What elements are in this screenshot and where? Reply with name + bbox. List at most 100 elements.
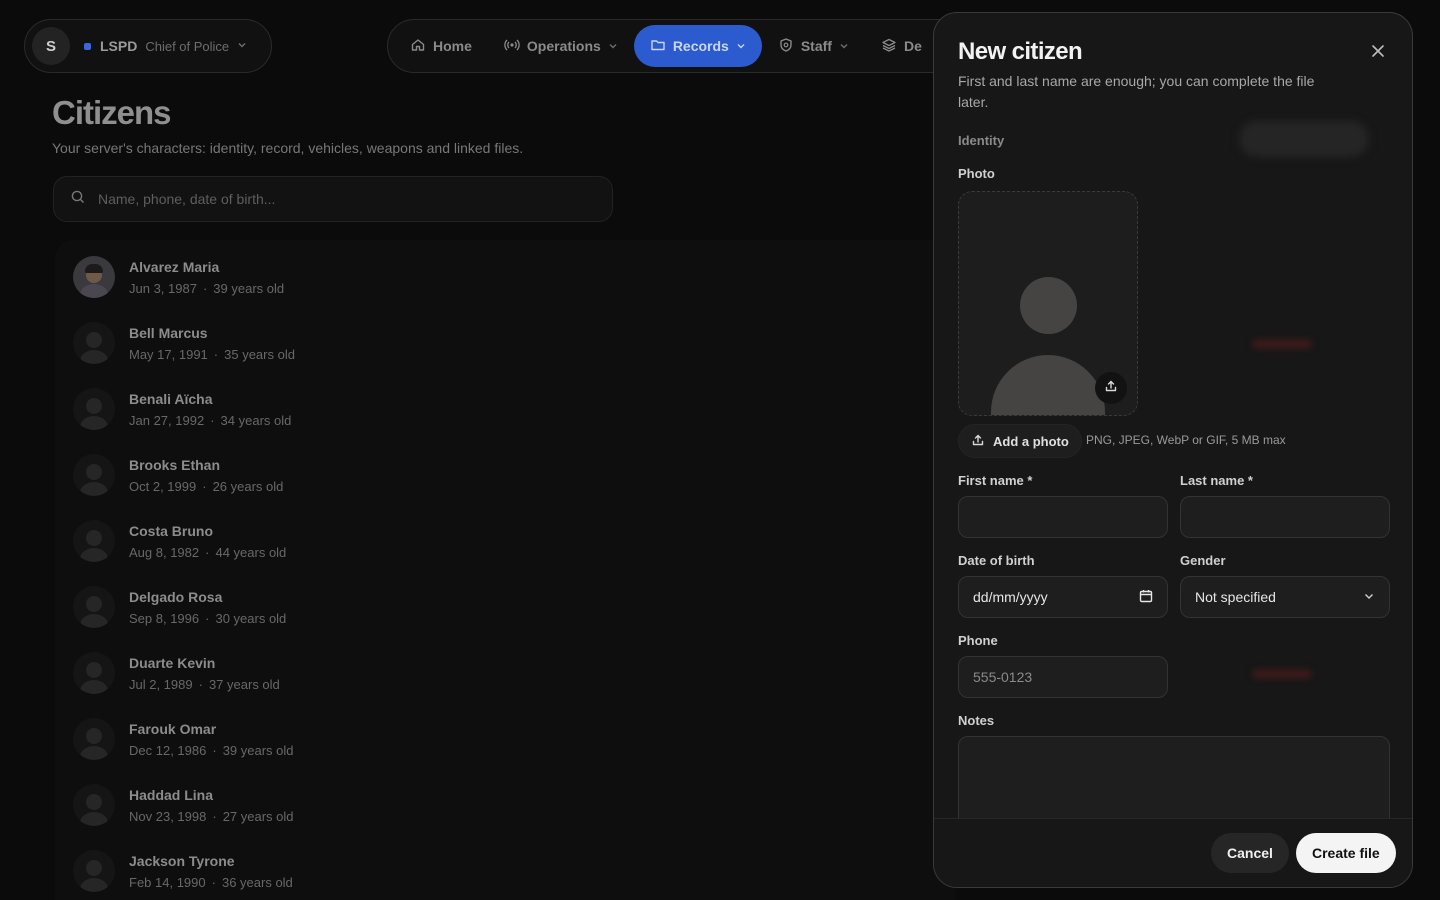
photo-format-hint: PNG, JPEG, WebP or GIF, 5 MB max — [1086, 433, 1286, 447]
search-bar — [53, 176, 613, 222]
nav-staff-label: Staff — [800, 38, 832, 54]
upload-icon — [971, 433, 985, 450]
phone-label: Phone — [958, 633, 998, 648]
citizen-age: 26 years old — [212, 478, 284, 494]
nav-operations-label: Operations — [526, 38, 601, 54]
citizen-name: Costa Bruno — [129, 522, 213, 539]
dob-label: Date of birth — [958, 553, 1035, 568]
citizen-dob: Dec 12, 1986 — [129, 742, 207, 758]
avatar-placeholder-body — [991, 355, 1105, 415]
avatar — [73, 322, 115, 364]
org-status-dot — [84, 42, 91, 50]
citizen-age: 34 years old — [220, 412, 292, 428]
last-name-field-wrap — [1180, 496, 1390, 538]
citizen-row[interactable]: Costa Bruno Aug 8, 1982 · 44 years old — [73, 508, 673, 574]
main-navigation: Home Operations Records Staff De — [387, 19, 967, 73]
citizen-age: 36 years old — [221, 874, 293, 890]
citizen-row[interactable]: Benali Aïcha Jan 27, 1992 · 34 years old — [73, 376, 673, 442]
avatar — [73, 388, 115, 430]
citizen-name: Duarte Kevin — [129, 654, 216, 671]
new-citizen-dialog: New citizen First and last name are enou… — [933, 12, 1413, 888]
citizen-dob: Jan 27, 1992 — [129, 412, 205, 428]
close-icon — [1371, 44, 1385, 63]
nav-staff[interactable]: Staff — [762, 25, 865, 67]
citizen-dob: Sep 8, 1996 — [129, 610, 200, 626]
avatar — [73, 454, 115, 496]
avatar — [73, 520, 115, 562]
citizen-dob: May 17, 1991 — [129, 346, 208, 362]
citizen-age: 39 years old — [213, 280, 285, 296]
citizen-list: Alvarez Maria Jun 3, 1987 · 39 years old B… — [55, 240, 955, 900]
home-icon — [410, 37, 426, 56]
first-name-label: First name * — [958, 473, 1033, 488]
citizen-age: 39 years old — [222, 742, 294, 758]
org-name: LSPD — [100, 38, 138, 54]
close-button[interactable] — [1366, 41, 1390, 65]
citizen-row[interactable]: Bell Marcus May 17, 1991 · 35 years old — [73, 310, 673, 376]
dialog-footer: Cancel Create file — [934, 818, 1412, 887]
calendar-icon[interactable] — [1139, 589, 1153, 606]
citizen-dob: Aug 8, 1982 — [129, 544, 200, 560]
dialog-title: New citizen — [958, 38, 1083, 65]
shield-icon — [778, 37, 794, 56]
citizen-row[interactable]: Alvarez Maria Jun 3, 1987 · 39 years old — [73, 244, 673, 310]
citizen-name: Delgado Rosa — [129, 588, 223, 605]
organization-switcher[interactable]: S LSPD Chief of Police — [24, 19, 272, 73]
gender-select[interactable]: Not specified — [1180, 576, 1390, 618]
nav-operations[interactable]: Operations — [488, 25, 634, 67]
citizen-row[interactable]: Jackson Tyrone Feb 14, 1990 · 36 years old — [73, 838, 673, 900]
citizen-row[interactable]: Farouk Omar Dec 12, 1986 · 39 years old — [73, 706, 673, 772]
add-photo-label: Add a photo — [993, 433, 1069, 449]
nav-more-label: De — [903, 38, 922, 54]
avatar — [73, 784, 115, 826]
citizen-dob: Feb 14, 1990 — [129, 874, 206, 890]
dialog-subtitle: First and last name are enough; you can … — [958, 73, 1315, 110]
citizen-row[interactable]: Duarte Kevin Jul 2, 1989 · 37 years old — [73, 640, 673, 706]
dob-placeholder: dd/mm/yyyy — [973, 589, 1048, 605]
citizen-row[interactable]: Haddad Lina Nov 23, 1998 · 27 years old — [73, 772, 673, 838]
phone-field-wrap — [958, 656, 1168, 698]
first-name-input[interactable] — [973, 509, 1153, 525]
nav-records[interactable]: Records — [633, 25, 762, 67]
citizen-row[interactable]: Brooks Ethan Oct 2, 1999 · 26 years old — [73, 442, 673, 508]
nav-records-label: Records — [672, 38, 729, 54]
citizen-name: Farouk Omar — [129, 720, 217, 737]
background-badge — [1252, 339, 1312, 349]
last-name-input[interactable] — [1195, 509, 1375, 525]
citizen-name: Jackson Tyrone — [129, 852, 235, 869]
citizen-dob: Jun 3, 1987 — [129, 280, 197, 296]
citizen-age: 44 years old — [215, 544, 287, 560]
create-file-button[interactable]: Create file — [1296, 833, 1396, 873]
nav-home-label: Home — [433, 38, 472, 54]
background-badge — [1252, 669, 1312, 679]
dob-field[interactable]: dd/mm/yyyy — [958, 576, 1168, 618]
chevron-down-icon — [237, 37, 247, 55]
citizen-row[interactable]: Delgado Rosa Sep 8, 1996 · 30 years old — [73, 574, 673, 640]
section-identity-label: Identity — [958, 133, 1005, 148]
avatar — [73, 718, 115, 760]
citizen-name: Brooks Ethan — [129, 456, 221, 473]
last-name-label: Last name * — [1180, 473, 1253, 488]
gender-label: Gender — [1180, 553, 1226, 568]
upload-icon — [1104, 379, 1118, 398]
avatar — [73, 256, 115, 298]
add-photo-button[interactable]: Add a photo — [958, 424, 1082, 458]
citizen-dob: Jul 2, 1989 — [129, 676, 193, 692]
search-input[interactable] — [98, 191, 596, 207]
layers-icon — [881, 37, 897, 56]
nav-home[interactable]: Home — [394, 25, 488, 67]
avatar — [73, 586, 115, 628]
chevron-down-icon — [1363, 589, 1375, 605]
nav-more[interactable]: De — [865, 25, 938, 67]
upload-button[interactable] — [1095, 372, 1127, 404]
avatar-placeholder-head — [1020, 277, 1077, 334]
first-name-field-wrap — [958, 496, 1168, 538]
citizen-age: 35 years old — [224, 346, 295, 362]
photo-dropzone[interactable] — [958, 191, 1138, 416]
radio-icon — [504, 37, 520, 56]
cancel-button[interactable]: Cancel — [1211, 833, 1289, 873]
citizen-dob: Nov 23, 1998 — [129, 808, 207, 824]
phone-input[interactable] — [973, 669, 1153, 685]
background-action-button — [1239, 121, 1369, 157]
chevron-down-icon — [608, 38, 618, 54]
